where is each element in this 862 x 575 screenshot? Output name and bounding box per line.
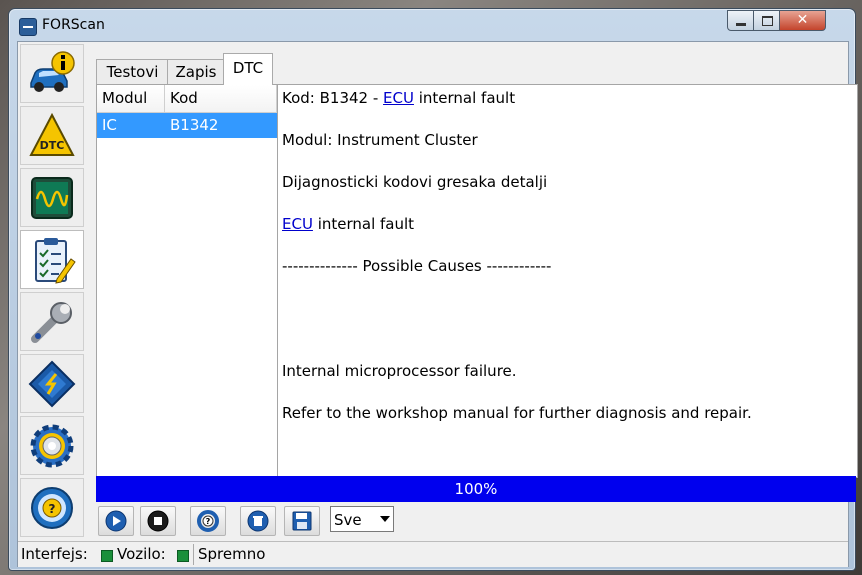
car-info-icon (30, 50, 75, 92)
save-icon (292, 511, 312, 531)
ecu-link-2[interactable]: ECU (282, 215, 313, 233)
stop-icon (147, 510, 169, 532)
nav-settings[interactable] (20, 416, 84, 475)
vehicle-status-indicator (177, 550, 189, 562)
wrench-icon (31, 301, 72, 343)
progress-bar: 100% (96, 476, 856, 502)
nav-checklist[interactable] (20, 230, 84, 289)
ecu-link[interactable]: ECU (383, 89, 414, 107)
dtc-list-header: Modul Kod (97, 85, 277, 113)
detail-code-line: Kod: B1342 - ECU internal fault (282, 89, 515, 107)
interface-label: Interfejs: (21, 545, 88, 563)
column-header-kod[interactable]: Kod (165, 85, 277, 112)
clear-button[interactable] (240, 506, 276, 536)
column-header-modul[interactable]: Modul (97, 85, 165, 112)
title-bar[interactable]: FORScan ✕ (9, 9, 855, 41)
svg-text:?: ? (206, 517, 211, 526)
checklist-icon (35, 237, 76, 284)
stop-button[interactable] (140, 506, 176, 536)
dtc-icon-label: DTC (40, 139, 65, 152)
left-nav: DTC ? (20, 44, 84, 540)
close-button[interactable]: ✕ (779, 10, 826, 31)
oscilloscope-icon (31, 176, 73, 219)
window-title: FORScan (42, 17, 105, 33)
play-icon (105, 510, 127, 532)
filter-select[interactable]: Sve (330, 506, 394, 532)
detail-code-prefix: Kod: B1342 - (282, 89, 384, 107)
dtc-list-row[interactable]: IC B1342 (97, 113, 277, 138)
run-button[interactable] (98, 506, 134, 536)
filter-select-value: Sve (334, 511, 362, 529)
delete-icon (247, 510, 269, 532)
nav-help[interactable]: ? (20, 478, 84, 537)
detail-fault-suffix: internal fault (312, 215, 415, 233)
interface-status-indicator (101, 550, 113, 562)
chevron-down-icon (380, 516, 390, 522)
maximize-button[interactable] (753, 10, 781, 31)
status-text: Spremno (198, 545, 266, 563)
dtc-list[interactable]: Modul Kod IC B1342 (97, 85, 278, 477)
dtc-icon: DTC (29, 112, 75, 156)
save-button[interactable] (284, 506, 320, 536)
app-icon (19, 18, 37, 36)
nav-service[interactable] (20, 292, 84, 351)
help-button[interactable]: ? (190, 506, 226, 536)
tab-dtc[interactable]: DTC (223, 53, 273, 85)
status-separator (193, 544, 194, 565)
status-bar: Interfejs: Vozilo: Spremno (18, 541, 848, 567)
help-wheel-icon: ? (31, 486, 73, 529)
tab-zapis[interactable]: Zapis (167, 59, 225, 84)
detail-cause: Internal microprocessor failure. (282, 362, 517, 380)
minimize-button[interactable] (727, 10, 755, 31)
nav-dtc[interactable]: DTC (20, 106, 84, 165)
row-kod: B1342 (170, 116, 219, 134)
nav-oscilloscope[interactable] (20, 168, 84, 227)
help-icon-label: ? (49, 502, 56, 516)
detail-module-line: Modul: Instrument Cluster (282, 131, 478, 149)
help-lifebuoy-icon: ? (197, 510, 219, 532)
dtc-detail: Kod: B1342 - ECU internal fault Modul: I… (282, 85, 852, 477)
chip-icon (28, 360, 76, 407)
detail-code-suffix: internal fault (413, 89, 516, 107)
vehicle-label: Vozilo: (117, 545, 166, 563)
nav-configuration[interactable] (20, 354, 84, 413)
gear-icon (30, 424, 74, 467)
detail-fault-line: ECU internal fault (282, 215, 414, 233)
tab-testovi[interactable]: Testovi (96, 59, 169, 84)
detail-heading: Dijagnosticki kodovi gresaka detalji (282, 173, 548, 191)
row-modul: IC (102, 116, 117, 134)
possible-causes-divider: -------------- Possible Causes ---------… (282, 257, 552, 275)
dtc-panel: Modul Kod IC B1342 Kod: B1342 - ECU inte… (96, 84, 858, 478)
forscan-window: FORScan ✕ DTC ? Testovi Zapis DTC Modul … (8, 8, 858, 571)
client-area: DTC ? Testovi Zapis DTC Modul Kod IC B13… (17, 41, 858, 567)
detail-instruction: Refer to the workshop manual for further… (282, 404, 752, 422)
nav-vehicle-info[interactable] (20, 44, 84, 103)
